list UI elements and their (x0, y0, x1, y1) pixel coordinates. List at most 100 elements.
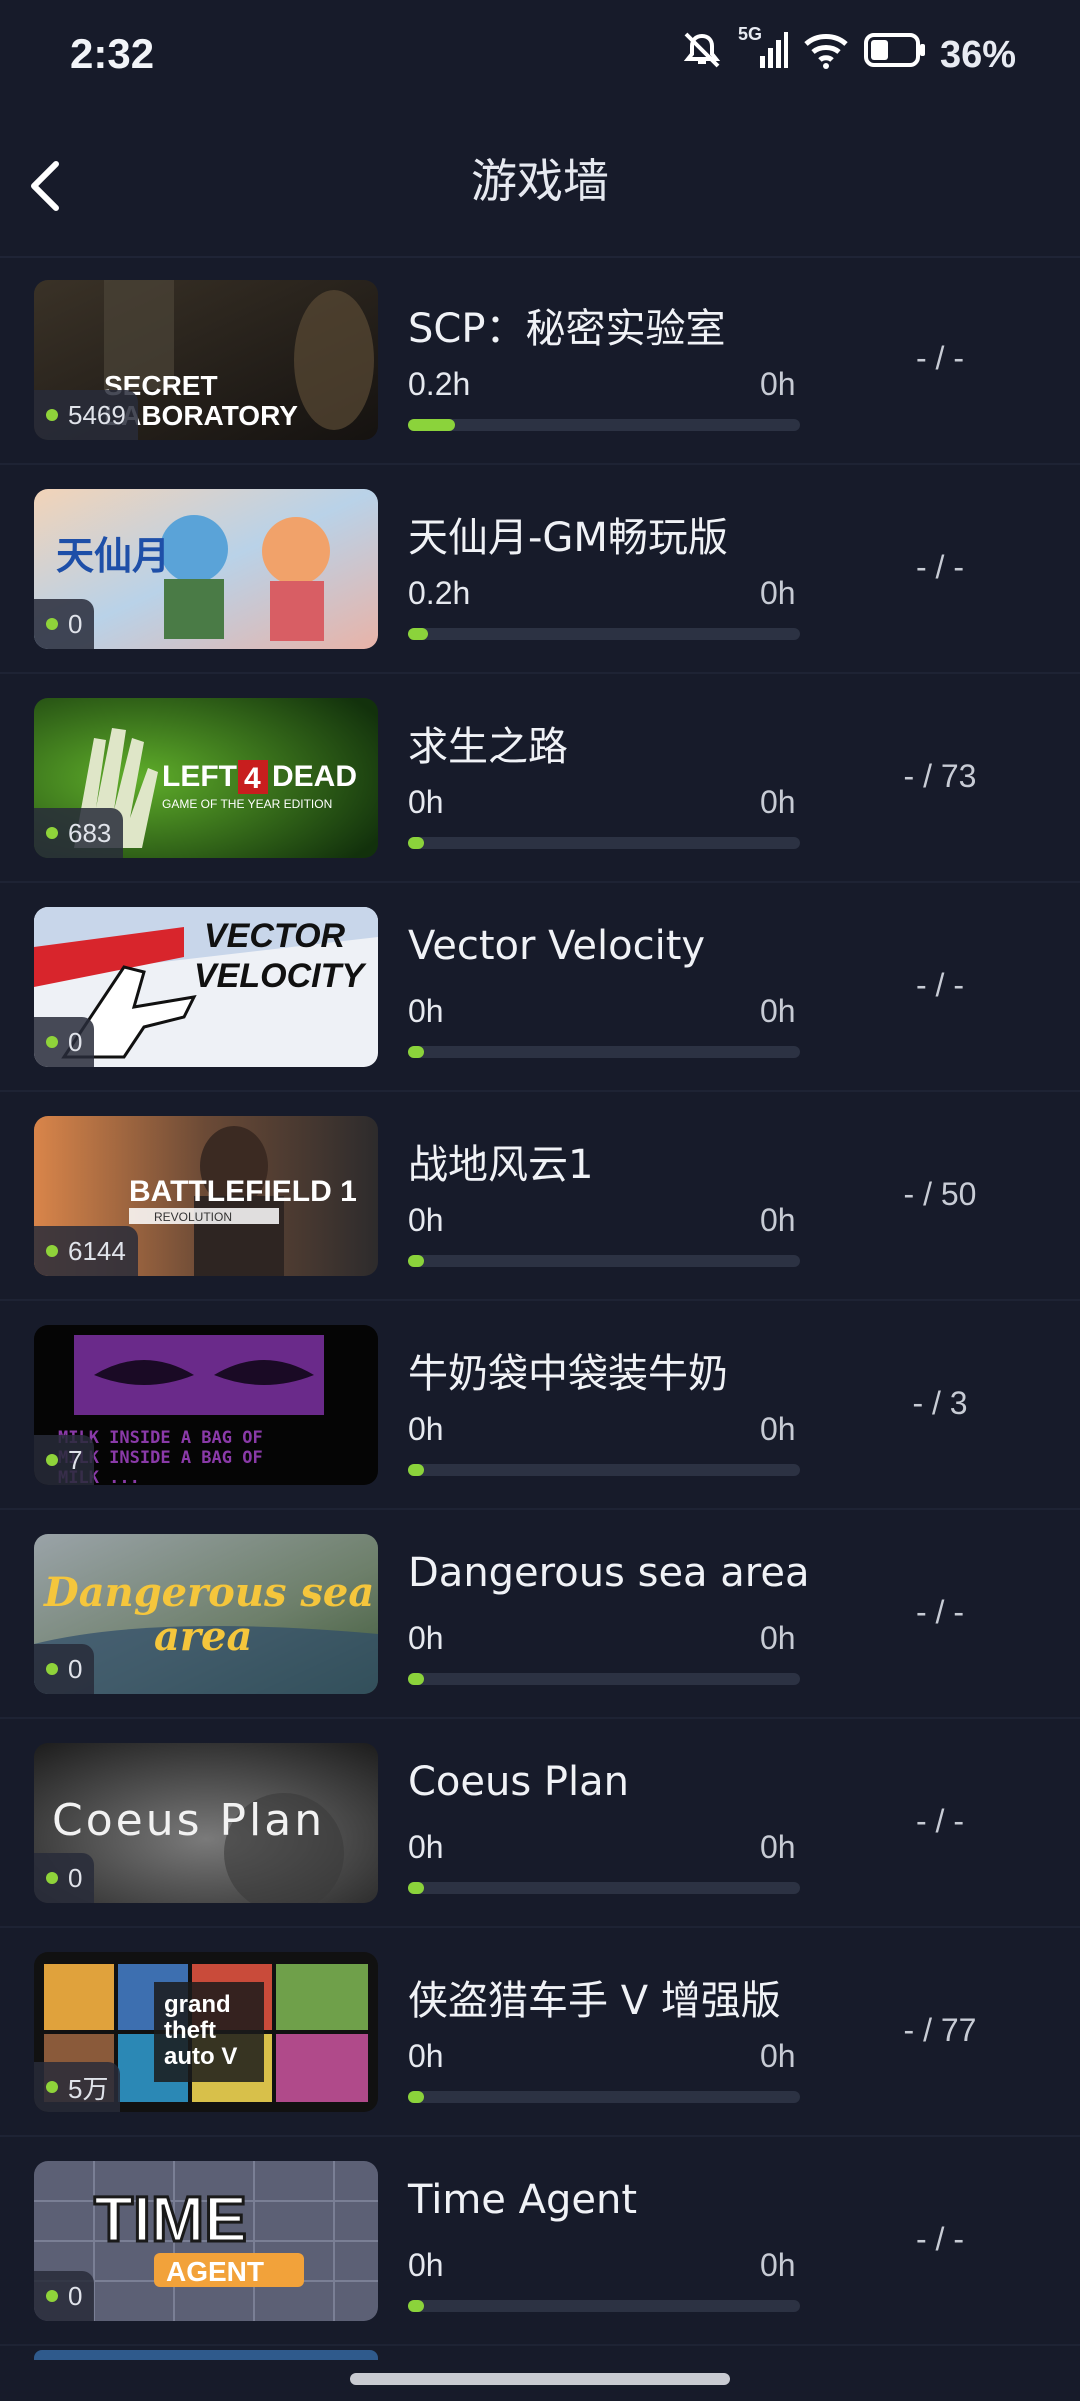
played-hours: 0h (408, 993, 444, 1029)
recent-hours: 0h (760, 575, 796, 611)
game-row[interactable]: Coeus Plan 0 Coeus Plan 0h 0h - / - (0, 1719, 1080, 1928)
online-dot-icon (46, 1036, 58, 1048)
svg-text:REVOLUTION: REVOLUTION (154, 1210, 232, 1224)
player-count: 5469 (68, 399, 126, 430)
svg-text:4: 4 (244, 762, 261, 795)
game-name: Time Agent (408, 2177, 638, 2223)
progress-bar (408, 837, 800, 849)
network-label: 5G (737, 24, 762, 44)
svg-text:DEAD: DEAD (272, 760, 357, 793)
progress-fill (408, 1464, 424, 1476)
svg-text:Coeus Plan: Coeus Plan (52, 1795, 325, 1846)
home-indicator[interactable] (350, 2373, 730, 2385)
game-row[interactable]: grand theft auto V 5万 侠盗猎车手 V 增强版 0h 0h - … (0, 1928, 1080, 2137)
svg-text:AGENT: AGENT (166, 2256, 264, 2287)
player-count-badge: 5万 (34, 2062, 121, 2112)
game-thumbnail: 天仙月 0 (34, 489, 378, 649)
achievements: - / 77 (903, 2012, 977, 2048)
played-hours: 0h (408, 2038, 444, 2074)
progress-fill (408, 1673, 424, 1685)
status-time: 2:32 (70, 30, 155, 77)
online-dot-icon (46, 2290, 58, 2302)
played-hours: 0h (408, 2247, 444, 2283)
progress-fill (408, 837, 424, 849)
player-count: 7 (68, 1444, 83, 1475)
player-count: 6144 (68, 1235, 126, 1266)
achievements: - / 3 (912, 1385, 968, 1421)
player-count-badge: 0 (34, 1644, 95, 1694)
game-row[interactable]: LEFT 4 DEAD GAME OF THE YEAR EDITION 683 求生… (0, 674, 1080, 883)
game-row[interactable]: TIME AGENT 0 Time Agent 0h 0h - / - (0, 2137, 1080, 2346)
game-row[interactable]: VECTOR VELOCITY 0 Vector Velocity 0h 0h -… (0, 883, 1080, 1092)
progress-bar (408, 628, 800, 640)
progress-fill (408, 2091, 424, 2103)
svg-text:area: area (154, 1613, 252, 1660)
recent-hours: 0h (760, 784, 796, 820)
player-count-badge: 0 (34, 1017, 95, 1067)
game-row[interactable]: MILK INSIDE A BAG OF MILK INSIDE A BAG OF… (0, 1301, 1080, 1510)
signal-icon: 5G (738, 24, 788, 80)
page-title: 游戏墙 (471, 154, 609, 208)
player-count-badge: 7 (34, 1435, 95, 1485)
game-row[interactable]: 天仙月 0 天仙月-GM畅玩版 0.2h 0h - / - (0, 465, 1080, 674)
battery-icon (863, 32, 926, 78)
recent-hours: 0h (760, 993, 796, 1029)
game-row[interactable]: BATTLEFIELD 1 REVOLUTION 6144 战地风云1 0h 0h… (0, 1092, 1080, 1301)
online-dot-icon (46, 618, 58, 630)
game-name: Dangerous sea area (408, 1550, 810, 1596)
progress-bar (408, 1255, 800, 1267)
game-name: 战地风云1 (408, 1142, 594, 1188)
svg-text:BATTLEFIELD 1: BATTLEFIELD 1 (129, 1175, 357, 1208)
player-count: 5万 (68, 2073, 109, 2104)
game-row[interactable]: SECRET LABORATORY 5469 SCP：秘密实验室 0.2h 0h … (0, 256, 1080, 465)
recent-hours: 0h (760, 1202, 796, 1238)
game-name: 天仙月-GM畅玩版 (408, 515, 728, 561)
progress-bar (408, 1673, 800, 1685)
progress-fill (408, 1046, 424, 1058)
svg-text:LEFT: LEFT (162, 760, 237, 793)
player-count: 683 (68, 817, 112, 848)
recent-hours: 0h (760, 1620, 796, 1656)
player-count-badge: 6144 (34, 1226, 138, 1276)
game-name: 牛奶袋中袋装牛奶 (408, 1351, 728, 1397)
game-name: Vector Velocity (408, 923, 706, 969)
game-thumbnail: grand theft auto V 5万 (34, 1952, 378, 2112)
played-hours: 0.2h (408, 575, 471, 611)
progress-fill (408, 1255, 424, 1267)
status-bar: 2:32 5G 36% (0, 0, 1080, 110)
game-thumbnail: SECRET LABORATORY 5469 (34, 280, 378, 440)
game-thumbnail: LEFT 4 DEAD GAME OF THE YEAR EDITION 683 (34, 698, 378, 858)
game-list: SECRET LABORATORY 5469 SCP：秘密实验室 0.2h 0h … (0, 256, 1080, 2346)
played-hours: 0h (408, 784, 444, 820)
achievements: - / - (916, 340, 964, 376)
player-count-badge: 0 (34, 599, 95, 649)
game-name: Coeus Plan (408, 1759, 630, 1805)
progress-fill (408, 628, 428, 640)
player-count: 0 (68, 1653, 83, 1684)
svg-text:auto V: auto V (164, 2043, 237, 2070)
wifi-icon (802, 30, 850, 80)
achievements: - / - (916, 2221, 964, 2257)
game-row[interactable]: Dangerous sea area 0 Dangerous sea area 0… (0, 1510, 1080, 1719)
progress-bar (408, 2091, 800, 2103)
recent-hours: 0h (760, 366, 796, 402)
battery-percent: 36% (939, 33, 1016, 76)
game-name: 侠盗猎车手 V 增强版 (408, 1978, 781, 2024)
online-dot-icon (46, 827, 58, 839)
achievements: - / 50 (903, 1176, 977, 1212)
progress-fill (408, 2300, 424, 2312)
recent-hours: 0h (760, 2247, 796, 2283)
online-dot-icon (46, 1454, 58, 1466)
game-thumbnail: TIME AGENT 0 (34, 2161, 378, 2321)
online-dot-icon (46, 409, 58, 421)
recent-hours: 0h (760, 2038, 796, 2074)
online-dot-icon (46, 1663, 58, 1675)
svg-text:天仙月: 天仙月 (56, 534, 170, 578)
player-count: 0 (68, 2280, 83, 2311)
player-count-badge: 0 (34, 1853, 95, 1903)
game-thumbnail: MILK INSIDE A BAG OF MILK INSIDE A BAG OF… (34, 1325, 378, 1485)
progress-bar (408, 1046, 800, 1058)
svg-text:GAME OF THE YEAR EDITION: GAME OF THE YEAR EDITION (162, 797, 332, 811)
status-icons: 5G 36% (680, 24, 1016, 80)
played-hours: 0h (408, 1202, 444, 1238)
